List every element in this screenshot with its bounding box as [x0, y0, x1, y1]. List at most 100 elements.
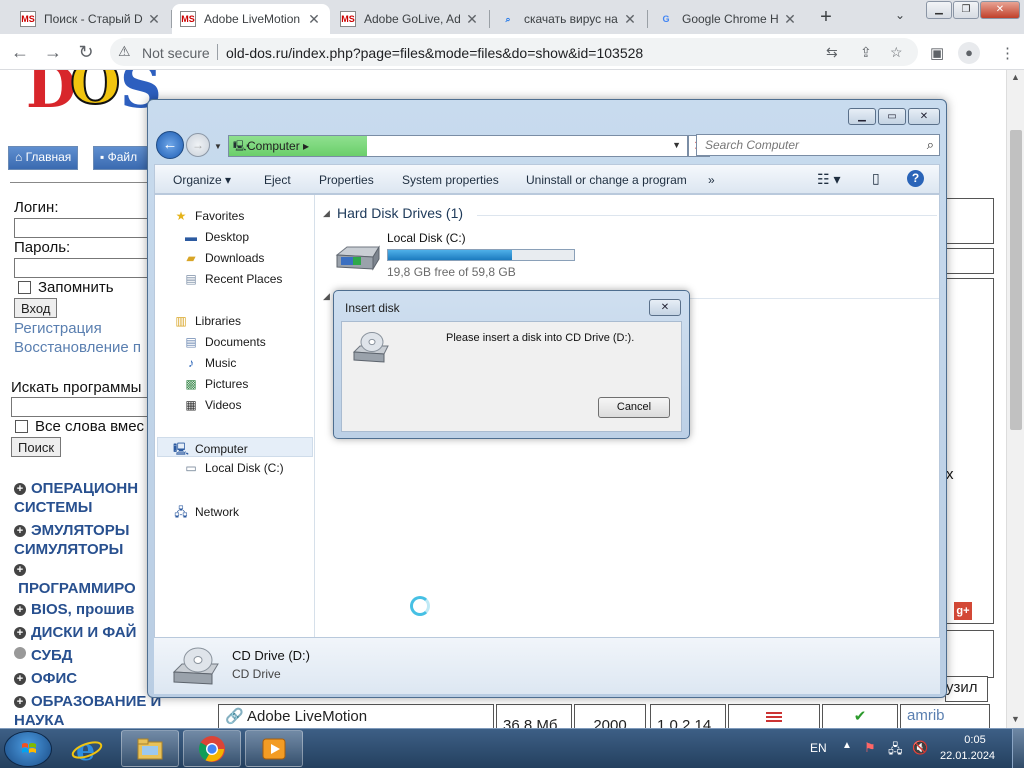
new-tab-button[interactable]: +	[815, 7, 837, 29]
google-plus-icon[interactable]: g+	[954, 602, 972, 620]
forward-arrow-icon[interactable]: →	[43, 42, 63, 62]
system-properties-button[interactable]: System properties	[402, 173, 499, 187]
explorer-close-button[interactable]: ✕	[908, 108, 940, 125]
explorer-address-bar[interactable]: 🖳▸ Computer ▸ ▼	[228, 135, 688, 157]
input-language-indicator[interactable]: EN	[810, 741, 827, 755]
explorer-back-button[interactable]: ←	[156, 131, 184, 159]
nav-documents[interactable]: ▤ Documents	[183, 335, 265, 349]
show-hidden-icons-icon[interactable]: ▲	[842, 740, 852, 751]
translate-icon[interactable]: ⇆	[826, 44, 838, 61]
nav-local-disk[interactable]: ▭ Local Disk (C:)	[183, 461, 283, 475]
cancel-button[interactable]: Cancel	[598, 397, 670, 418]
close-icon[interactable]: ✕	[464, 11, 480, 28]
properties-button[interactable]: Properties	[319, 173, 374, 187]
view-options-icon[interactable]: ☷ ▾	[817, 171, 840, 188]
clock-time[interactable]: 0:05	[958, 734, 992, 746]
restore-button[interactable]: ❐	[953, 1, 979, 19]
category-programming[interactable]: + ПРОГРАММИРО	[14, 560, 136, 598]
help-icon[interactable]: ?	[907, 170, 924, 187]
more-menu-icon[interactable]: ⋮	[1000, 44, 1015, 62]
collapse-arrow-icon[interactable]: ◢	[323, 208, 330, 219]
nav-files-button[interactable]: ▪ Файл	[93, 146, 148, 170]
close-icon[interactable]: ✕	[622, 11, 638, 28]
close-icon[interactable]: ✕	[306, 11, 322, 28]
volume-muted-icon[interactable]: 🔇	[912, 740, 928, 756]
profile-avatar-icon[interactable]: ●	[958, 42, 980, 64]
uninstall-program-button[interactable]: Uninstall or change a program	[526, 173, 687, 187]
internet-explorer-icon[interactable]: e	[70, 733, 104, 768]
scroll-up-icon[interactable]: ▲	[1011, 72, 1020, 82]
nav-pictures[interactable]: ▩ Pictures	[183, 377, 248, 391]
nav-videos[interactable]: ▦ Videos	[183, 398, 241, 412]
explorer-search-box[interactable]: Search Computer ⌕	[696, 134, 940, 156]
side-panel-icon[interactable]: ▣	[930, 44, 944, 62]
dialog-close-button[interactable]: ✕	[649, 299, 681, 316]
site-search-button[interactable]: Поиск	[11, 437, 62, 457]
scroll-down-icon[interactable]: ▼	[1011, 714, 1020, 724]
address-crumb[interactable]: Computer ▸	[247, 139, 309, 153]
tab-search-chevron-icon[interactable]: ⌄	[895, 8, 905, 22]
start-button[interactable]	[4, 731, 52, 767]
tab-search-old-dos[interactable]: MS Поиск - Старый D ✕	[12, 4, 170, 34]
nav-libraries[interactable]: ▥ Libraries	[173, 314, 241, 328]
nav-network[interactable]: 🖧 Network	[173, 503, 239, 524]
organize-button[interactable]: Organize ▾	[173, 173, 231, 187]
explorer-forward-button[interactable]: →	[186, 133, 210, 157]
search-icon[interactable]: ⌕	[927, 137, 934, 153]
collapse-arrow-icon[interactable]: ◢	[323, 291, 330, 302]
nav-recent-places[interactable]: ▤ Recent Places	[183, 272, 282, 286]
explorer-minimize-button[interactable]: ▁	[848, 108, 876, 125]
table-row[interactable]: 🔗 Adobe LiveMotion 36,8 Мб 2000 1.0.2.14…	[218, 704, 994, 728]
network-status-icon[interactable]: 🖧	[888, 740, 903, 762]
password-input[interactable]	[14, 258, 154, 278]
tab-adobe-golive[interactable]: MS Adobe GoLive, Ad ✕	[332, 4, 488, 34]
taskbar-chrome-button[interactable]	[183, 730, 241, 767]
eject-button[interactable]: Eject	[264, 173, 291, 187]
taskbar-media-button[interactable]	[245, 730, 303, 767]
warning-icon[interactable]: ⚠	[118, 43, 131, 60]
close-icon[interactable]: ✕	[782, 11, 798, 28]
tab-search-virus[interactable]: ⌕ скачать вирус на ✕	[492, 4, 646, 34]
login-button[interactable]: Вход	[14, 298, 58, 318]
page-scrollbar[interactable]: ▲ ▼	[1006, 70, 1024, 728]
category-education[interactable]: + ОБРАЗОВАНИЕ И НАУКА	[14, 692, 161, 728]
file-name-cell[interactable]: 🔗 Adobe LiveMotion	[218, 704, 494, 728]
hard-drive-icon[interactable]	[333, 243, 381, 273]
nav-music[interactable]: ♪ Music	[183, 356, 236, 370]
more-commands-button[interactable]: »	[708, 173, 715, 187]
category-emulators[interactable]: + ЭМУЛЯТОРЫ СИМУЛЯТОРЫ	[14, 521, 129, 559]
category-office[interactable]: + ОФИС	[14, 669, 77, 688]
back-arrow-icon[interactable]: ←	[10, 42, 30, 62]
local-disk-label[interactable]: Local Disk (C:)	[387, 231, 466, 245]
login-input[interactable]	[14, 218, 154, 238]
nav-desktop[interactable]: ▬ Desktop	[183, 230, 249, 244]
address-dropdown-icon[interactable]: ▼	[672, 140, 681, 150]
remember-checkbox[interactable]	[18, 281, 31, 294]
uploader-link[interactable]: amrib	[900, 704, 990, 728]
nav-downloads[interactable]: ▰ Downloads	[183, 251, 264, 265]
nav-favorites[interactable]: ★ Favorites	[173, 209, 245, 223]
url-text[interactable]: old-dos.ru/index.php?page=files&mode=fil…	[226, 45, 643, 61]
minimize-button[interactable]: ▁	[926, 1, 952, 19]
site-search-input[interactable]	[11, 397, 151, 417]
category-bios[interactable]: + BIOS, прошив	[14, 600, 134, 619]
reload-icon[interactable]: ↻	[76, 42, 96, 62]
preview-pane-icon[interactable]: ▯	[872, 170, 880, 187]
show-desktop-button[interactable]	[1012, 729, 1024, 768]
tab-adobe-livemotion[interactable]: MS Adobe LiveMotion ✕	[172, 4, 330, 34]
taskbar-explorer-button[interactable]	[121, 730, 179, 767]
action-center-flag-icon[interactable]: ⚑	[864, 740, 876, 756]
explorer-maximize-button[interactable]: ▭	[878, 108, 906, 125]
category-os[interactable]: + ОПЕРАЦИОНН СИСТЕМЫ	[14, 479, 138, 517]
close-window-button[interactable]: ✕	[980, 1, 1020, 19]
tab-google-chrome[interactable]: G Google Chrome H ✕	[650, 4, 806, 34]
security-label[interactable]: Not secure	[142, 45, 210, 61]
share-icon[interactable]: ⇪	[860, 44, 872, 61]
clock-date[interactable]: 22.01.2024	[940, 750, 995, 762]
nav-computer[interactable]: 🖳 Computer	[173, 440, 248, 461]
hard-disk-section-title[interactable]: Hard Disk Drives (1)	[337, 205, 463, 221]
bookmark-star-icon[interactable]: ☆	[890, 44, 903, 61]
category-disks-files[interactable]: + ДИСКИ И ФАЙ	[14, 623, 136, 642]
nav-home-button[interactable]: ⌂ Главная	[8, 146, 79, 170]
register-link[interactable]: Регистрация	[14, 320, 102, 337]
